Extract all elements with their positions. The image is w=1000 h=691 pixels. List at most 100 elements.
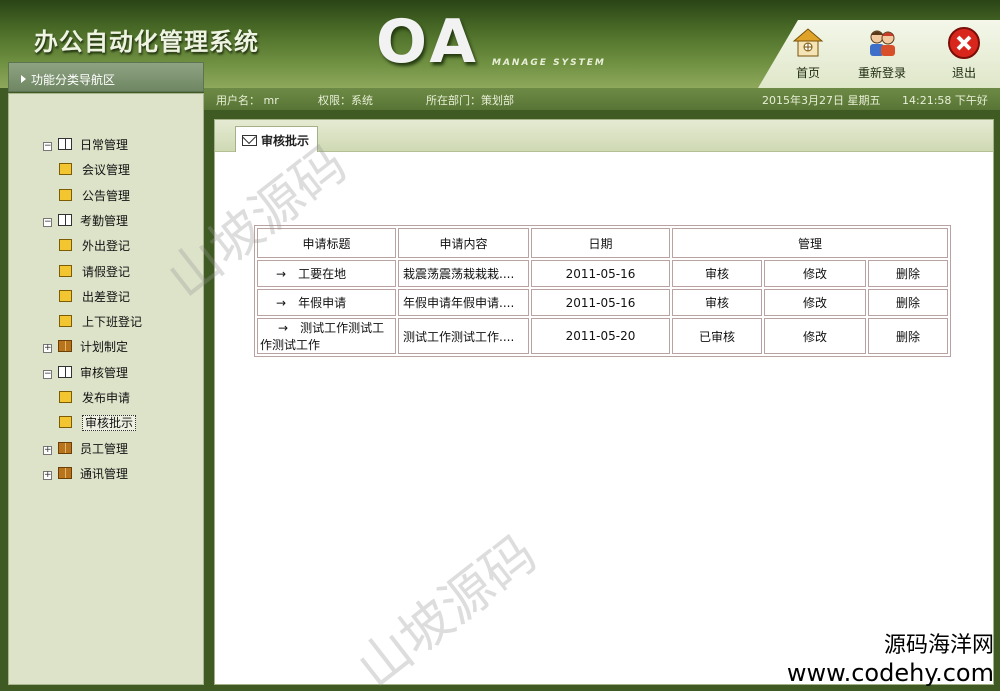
relogin-button[interactable]: 重新登录 [852,26,912,81]
cell-title: → 工要在地 [257,260,396,287]
folder-icon [59,315,72,328]
cell-date: 2011-05-16 [531,260,670,287]
edit-link[interactable]: 修改 [764,289,866,316]
sidebar-group-0[interactable]: − 日常管理 [43,136,128,156]
sidebar-group-label: 通讯管理 [80,466,129,481]
closed-book-icon [58,441,72,454]
sidebar-item-label: 公告管理 [82,188,131,203]
home-icon [792,28,824,57]
sidebar-group-label: 日常管理 [80,138,129,152]
sidebar-item-label: 上下班登记 [82,315,143,330]
sidebar-item[interactable]: 请假登记 [59,263,130,283]
expand-icon[interactable]: + [43,344,52,354]
cell-content: 年假申请年假申请.... [398,289,529,316]
envelope-icon [242,135,257,146]
header-title: 申请标题 [257,228,396,258]
header-manage: 管理 [672,228,948,258]
audit-link[interactable]: 审核 [672,260,762,287]
sidebar-item[interactable]: 审核批示 [59,414,137,434]
header-content: 申请内容 [398,228,529,258]
audit-link[interactable]: 已审核 [672,318,762,354]
sidebar-item-label: 会议管理 [82,163,131,178]
header-date: 日期 [531,228,670,258]
folder-icon [59,239,72,252]
home-button[interactable]: 首页 [778,26,838,81]
table-header-row: 申请标题 申请内容 日期 管理 [257,228,948,258]
sidebar-group-label: 计划制定 [80,340,129,355]
collapse-icon[interactable]: − [43,217,52,227]
relogin-label: 重新登录 [857,66,906,80]
edit-link[interactable]: 修改 [764,318,866,354]
sidebar-item-label: 外出登记 [82,239,131,254]
sidebar-item-label: 出差登记 [82,289,131,304]
closed-book-icon [58,340,72,353]
sidebar-item[interactable]: 会议管理 [59,161,130,181]
date-info: 2015年3月27日 星期五 [762,94,881,107]
audit-table: 申请标题 申请内容 日期 管理 → 工要在地 栽震荡震荡栽栽栽.... 2011-05… [254,225,951,357]
sidebar-group-1[interactable]: − 考勤管理 [43,212,128,232]
nav-title-bar: 功能分类导航区 [8,62,204,92]
sidebar-item-label: 发布申请 [82,391,131,405]
sidebar-group-label: 考勤管理 [80,213,129,228]
cell-content: 栽震荡震荡栽栽栽.... [398,260,529,287]
sidebar-group-3[interactable]: − 审核管理 [43,364,128,384]
row-title[interactable]: 年假申请 [298,296,346,310]
folder-icon [59,391,72,403]
folder-icon [59,163,72,176]
delete-link[interactable]: 删除 [868,289,948,316]
triangle-right-icon [21,75,26,83]
oa-logo-subtitle: MANAGE SYSTEM [492,58,606,68]
expand-icon[interactable]: + [43,470,52,480]
sidebar-group-2[interactable]: + 计划制定 [43,338,128,358]
table-row: → 测试工作测试工作测试工作 测试工作测试工作.... 2011-05-20 已审核 修改… [257,318,948,354]
sidebar-item[interactable]: 出差登记 [59,288,130,308]
open-book-icon [58,138,72,150]
sidebar-group-4[interactable]: + 员工管理 [43,440,128,460]
table-row: → 年假申请 年假申请年假申请.... 2011-05-16 审核 修改 删除 [257,289,948,316]
sidebar-group-5[interactable]: + 通讯管理 [43,465,128,485]
delete-link[interactable]: 删除 [868,318,948,354]
edit-link[interactable]: 修改 [764,260,866,287]
oa-logo: OA [376,7,480,77]
arrow-right-icon: → [276,267,287,281]
sidebar-navigation: − 日常管理会议管理公告管理 − 考勤管理外出登记请假登记出差登记上下班登记 + 计划制定… [8,93,204,685]
open-book-icon [58,365,72,378]
sidebar-item[interactable]: 上下班登记 [59,313,142,333]
cell-date: 2011-05-16 [531,289,670,316]
collapse-icon[interactable]: − [43,369,52,379]
role-info: 权限：系统 [318,94,373,107]
closed-book-icon [58,466,72,479]
sidebar-item-label: 请假登记 [82,264,131,279]
folder-icon [59,188,72,201]
logout-label: 退出 [951,66,976,80]
expand-icon[interactable]: + [43,445,52,455]
sidebar-group-label: 员工管理 [80,441,129,456]
folder-icon [59,416,72,429]
logout-button[interactable]: 退出 [934,26,994,81]
audit-link[interactable]: 审核 [672,289,762,316]
cell-date: 2011-05-20 [531,318,670,354]
tab-strip: 审核批示 [215,120,993,152]
row-title[interactable]: 工要在地 [298,267,346,281]
close-icon [948,27,980,59]
arrow-right-icon: → [278,321,289,335]
home-label: 首页 [795,66,820,80]
cell-content: 测试工作测试工作.... [398,318,529,354]
tab-label: 审核批示 [261,134,310,148]
sidebar-item[interactable]: 公告管理 [59,187,130,207]
user-name-info: 用户名： mr [216,94,279,107]
sidebar-item[interactable]: 发布申请 [59,389,130,409]
sidebar-group-label: 审核管理 [80,365,129,380]
department-info: 所在部门：策划部 [426,94,514,107]
cell-title: → 测试工作测试工作测试工作 [257,318,396,354]
arrow-right-icon: → [276,296,287,310]
sidebar-item-label: 审核批示 [82,415,137,432]
nav-title-label: 功能分类导航区 [31,73,116,87]
users-icon [870,30,895,56]
sidebar-item[interactable]: 外出登记 [59,237,130,257]
collapse-icon[interactable]: − [43,142,52,151]
delete-link[interactable]: 删除 [868,260,948,287]
main-panel: 审核批示 申请标题 申请内容 日期 管理 → 工要在地 栽震荡震荡栽栽栽.... 20… [214,119,994,685]
system-title: 办公自动化管理系统 [34,28,259,56]
tab-audit[interactable]: 审核批示 [235,126,319,152]
